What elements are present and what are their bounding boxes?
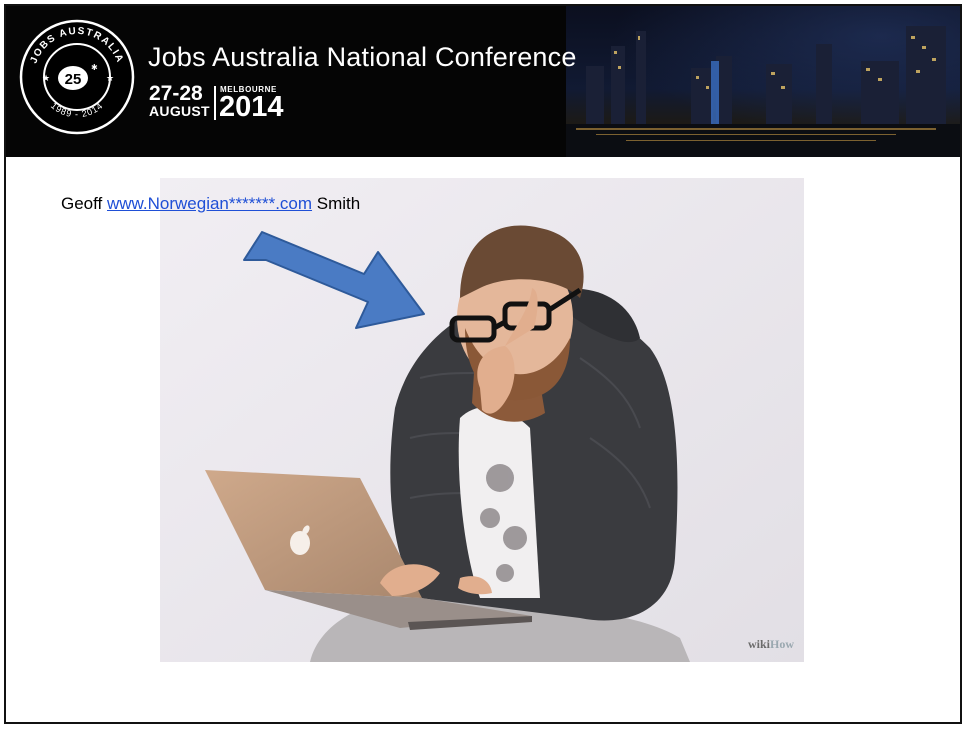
caption-website-link[interactable]: www.Norwegian*******.com [107, 194, 312, 213]
svg-text:✱: ✱ [91, 63, 98, 72]
caption-last-name: Smith [312, 194, 361, 213]
watermark-how-text: How [770, 637, 794, 651]
logo-badge-number: 25 [65, 71, 82, 88]
date-divider [214, 86, 216, 120]
watermark-wiki-text: wiki [747, 637, 770, 651]
arrow-down-right-icon [243, 231, 425, 329]
header-banner: JOBS AUSTRALIA 1989 - 2014 ★ ★ 25 ✱ Jobs… [6, 6, 960, 157]
melbourne-skyline-image [566, 6, 960, 157]
caption-first-name: Geoff [61, 194, 107, 213]
slide: JOBS AUSTRALIA 1989 - 2014 ★ ★ 25 ✱ Jobs… [4, 4, 962, 724]
conference-year: 2014 [219, 91, 284, 123]
conference-dates: 27-28 [149, 82, 203, 105]
photo-watermark: wikiHow [748, 637, 794, 652]
svg-text:★: ★ [106, 74, 114, 84]
conference-month: AUGUST [149, 103, 210, 119]
jobs-australia-25-years-badge: JOBS AUSTRALIA 1989 - 2014 ★ ★ 25 ✱ [19, 19, 135, 135]
slide-caption: Geoff www.Norwegian*******.com Smith [61, 194, 360, 214]
conference-title: Jobs Australia National Conference [148, 42, 577, 72]
svg-text:★: ★ [42, 74, 50, 84]
